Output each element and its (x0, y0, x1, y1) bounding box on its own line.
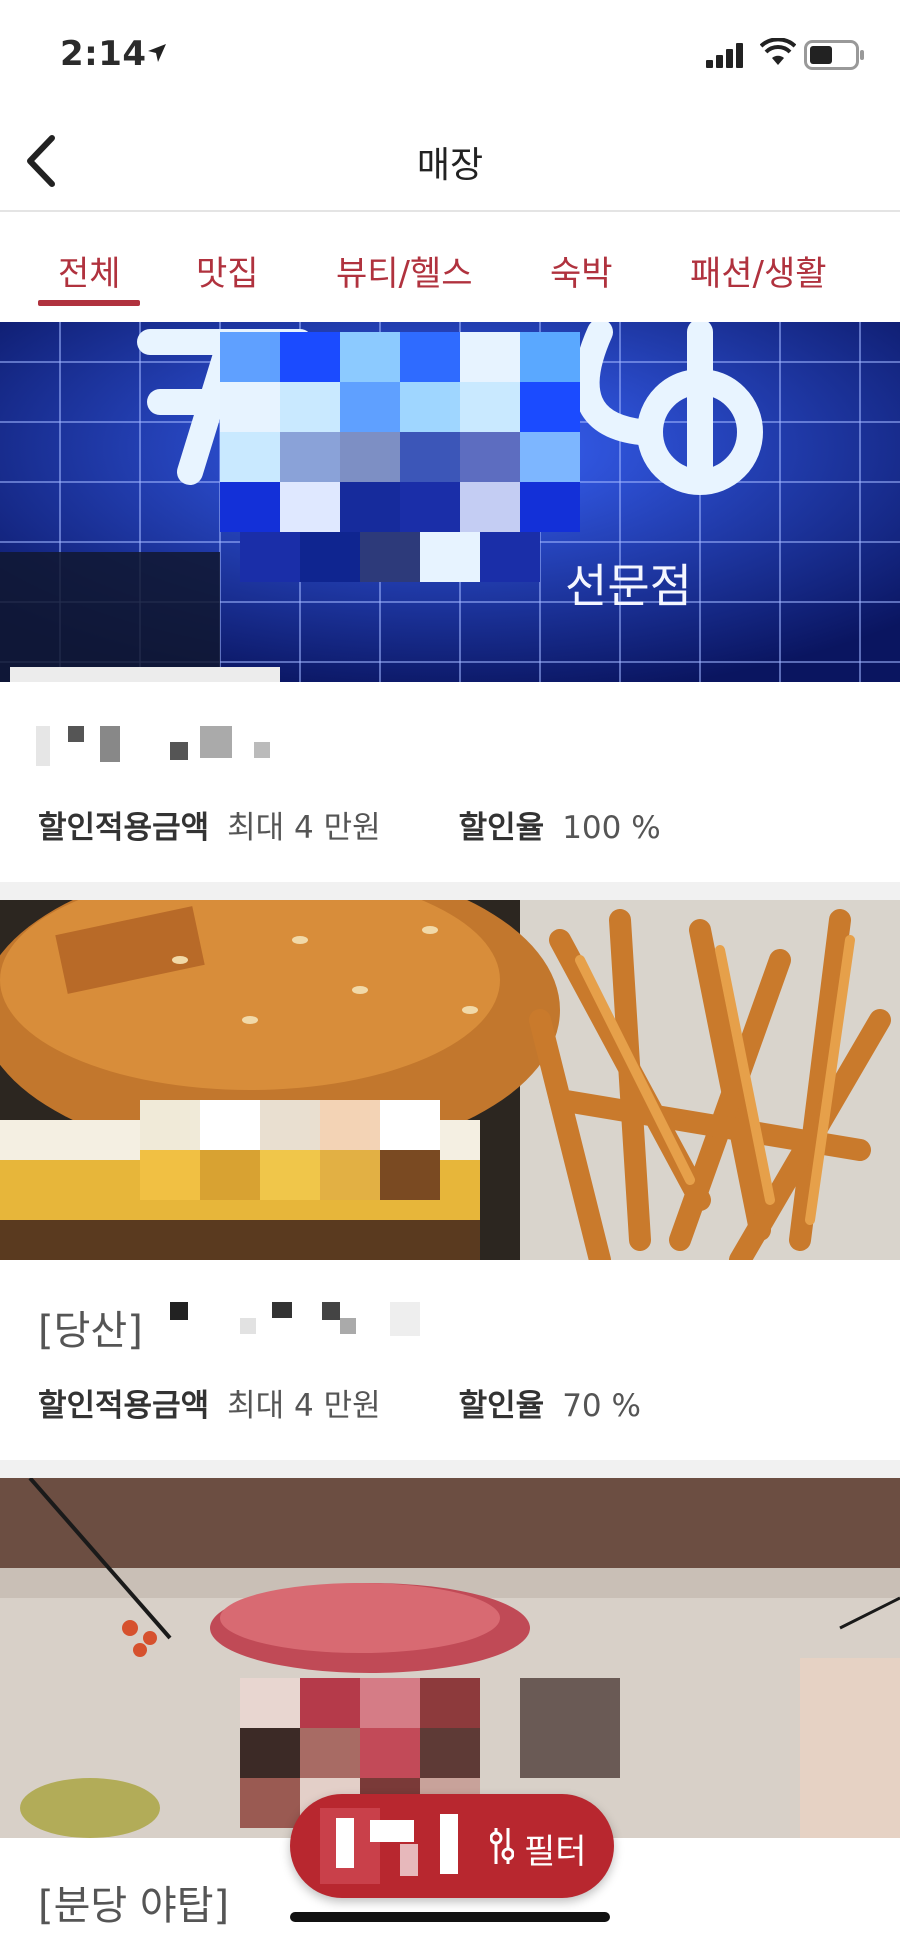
discount-amount-value: 최대 4 만원 (227, 1388, 381, 1424)
discount-info: 할인적용금액 최대 4 만원 할인율 100 % (38, 802, 661, 847)
category-tabs: 전체 맛집 뷰티/헬스 숙박 패션/생활 (0, 212, 900, 312)
store-image: 선문점 (0, 322, 900, 682)
card-separator (0, 1460, 900, 1478)
discount-rate-value: 100 % (562, 810, 661, 846)
home-indicator (290, 1912, 610, 1922)
wifi-icon (760, 38, 796, 65)
discount-info: 할인적용금액 최대 4 만원 할인율 70 % (38, 1380, 641, 1425)
censored-name (170, 1302, 188, 1320)
tab-fashion-living[interactable]: 패션/생활 (690, 246, 827, 295)
store-name: [분당 야탑] (38, 1883, 230, 1929)
location-arrow-icon (148, 44, 166, 62)
filter-label: 필터 (524, 1832, 587, 1872)
discount-amount-label: 할인적용금액 (38, 1388, 210, 1424)
tab-selected-indicator (38, 300, 140, 306)
discount-amount-value: 최대 4 만원 (227, 810, 381, 846)
filter-sliders-icon (490, 1828, 514, 1864)
store-card[interactable]: 선문점 할인적용금액 최대 4 만원 할인율 100 % (0, 322, 900, 882)
store-photo-neon-sign: 선문점 (0, 322, 900, 682)
store-photo-burger-fries (0, 900, 900, 1260)
store-image (0, 1478, 900, 1838)
status-time: 2:14 (60, 34, 147, 74)
censored-name (36, 726, 50, 766)
tab-restaurants[interactable]: 맛집 (196, 246, 259, 295)
store-card[interactable]: [당산] 할인적용금액 최대 4 만원 할인율 70 % (0, 900, 900, 1460)
tab-beauty-health[interactable]: 뷰티/헬스 (336, 246, 473, 295)
discount-rate-label: 할인율 (458, 1388, 545, 1424)
discount-amount-label: 할인적용금액 (38, 810, 210, 846)
store-name: [당산] (38, 1308, 143, 1354)
tab-lodging[interactable]: 숙박 (550, 246, 613, 295)
tab-all[interactable]: 전체 (58, 246, 121, 295)
store-sign-text: 선문점 (565, 559, 692, 613)
store-image (0, 900, 900, 1260)
page-title: 매장 (416, 145, 484, 186)
navigation-bar: 매장 (0, 110, 900, 212)
cellular-signal-icon (706, 43, 743, 68)
status-bar: 2:14 (0, 0, 900, 110)
filter-button[interactable]: 필터 (290, 1794, 614, 1898)
discount-rate-label: 할인율 (458, 810, 545, 846)
battery-icon (804, 40, 864, 70)
discount-rate-value: 70 % (562, 1388, 641, 1424)
card-separator (0, 882, 900, 900)
store-photo-tuna-steak (0, 1478, 900, 1838)
